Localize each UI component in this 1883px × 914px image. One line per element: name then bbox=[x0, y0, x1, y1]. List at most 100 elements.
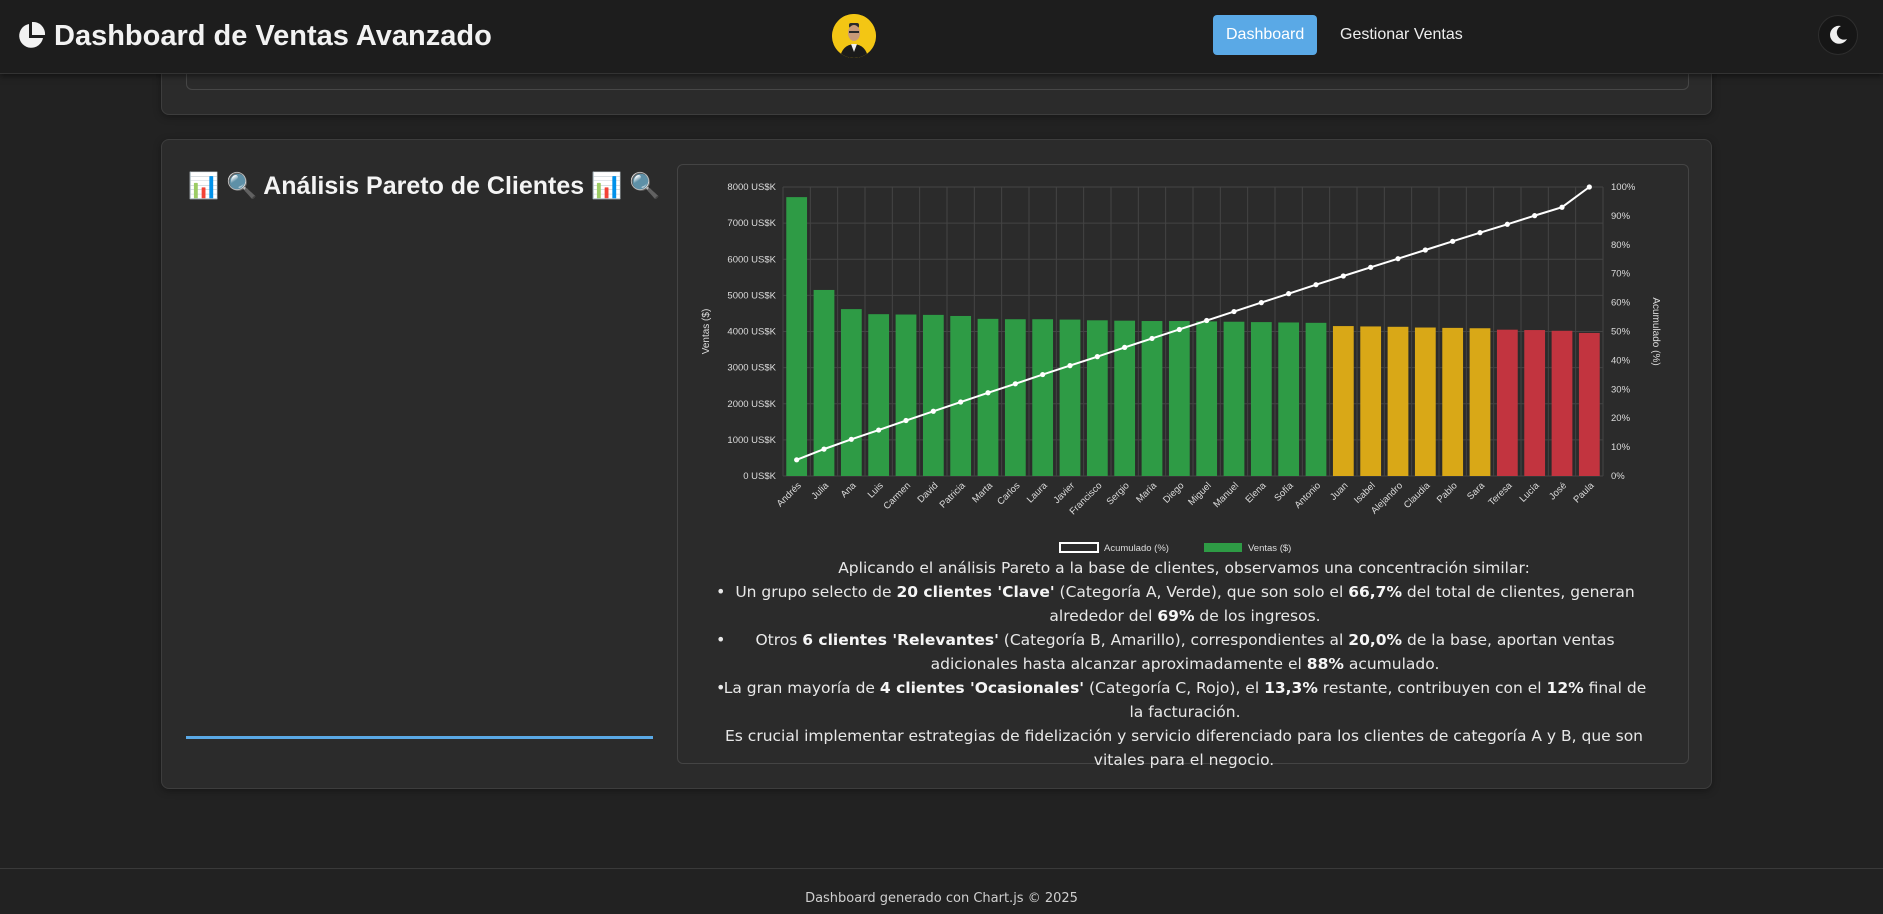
y-left-tick-label: 8000 US$K bbox=[727, 182, 776, 193]
x-tick-label: Miguel bbox=[1186, 480, 1214, 508]
x-tick-label: Patricia bbox=[938, 480, 969, 511]
legend-swatch-ventas bbox=[1204, 543, 1242, 552]
y-left-tick-label: 4000 US$K bbox=[727, 327, 776, 338]
x-tick-label: Andrés bbox=[775, 480, 804, 509]
bold-text: 88% bbox=[1306, 655, 1344, 673]
y-right-tick-label: 20% bbox=[1611, 413, 1631, 424]
y-left-tick-label: 7000 US$K bbox=[727, 218, 776, 229]
theme-toggle-button[interactable] bbox=[1818, 15, 1858, 55]
user-avatar[interactable] bbox=[832, 14, 876, 58]
cumulative-point bbox=[1395, 256, 1401, 262]
cumulative-point bbox=[1231, 308, 1237, 315]
cumulative-point bbox=[1313, 282, 1319, 288]
cumulative-point bbox=[821, 446, 827, 452]
cumulative-point bbox=[1286, 291, 1292, 297]
y-right-tick-label: 0% bbox=[1611, 471, 1625, 482]
bar-Elena bbox=[1250, 322, 1272, 476]
bar-Diego bbox=[1168, 321, 1190, 476]
analysis-intro: Aplicando el análisis Pareto a la base d… bbox=[838, 559, 1530, 577]
y-right-tick-label: 60% bbox=[1611, 298, 1631, 309]
bar-Patricia bbox=[950, 315, 972, 476]
bar-Juan bbox=[1332, 326, 1354, 476]
cumulative-point bbox=[794, 457, 800, 463]
cumulative-point bbox=[1340, 273, 1346, 279]
cumulative-point bbox=[1368, 264, 1374, 270]
cumulative-point bbox=[1422, 247, 1428, 253]
x-tick-label: Sergio bbox=[1105, 480, 1132, 507]
brand[interactable]: Dashboard de Ventas Avanzado bbox=[16, 18, 492, 54]
text: de los ingresos. bbox=[1194, 607, 1321, 625]
y-left-tick-label: 0 US$K bbox=[743, 471, 776, 482]
y-left-axis-title: Ventas ($) bbox=[701, 309, 712, 355]
cumulative-point bbox=[876, 427, 882, 433]
x-tick-label: Antonio bbox=[1293, 480, 1324, 511]
footer-text: Dashboard generado con Chart.js © 2025 bbox=[805, 891, 1078, 906]
x-tick-label: Javier bbox=[1051, 480, 1077, 506]
x-tick-label: Sara bbox=[1465, 480, 1487, 502]
bar-Sofía bbox=[1278, 322, 1300, 476]
navbar: Dashboard de Ventas Avanzado Dashboard G… bbox=[0, 0, 1883, 74]
bar-Carlos bbox=[1004, 319, 1026, 476]
cumulative-point bbox=[1450, 238, 1456, 244]
x-tick-label: Teresa bbox=[1487, 480, 1515, 508]
title-underline bbox=[186, 736, 653, 739]
bar-Laura bbox=[1032, 319, 1054, 476]
cumulative-point bbox=[930, 408, 936, 414]
cumulative-point bbox=[958, 399, 964, 405]
legend-label-acumulado: Acumulado (%) bbox=[1104, 543, 1169, 554]
cumulative-point bbox=[903, 417, 909, 424]
x-tick-label: Claudia bbox=[1402, 480, 1433, 511]
analysis-item-category-b: Otros 6 clientes 'Relevantes' (Categoría… bbox=[716, 628, 1654, 676]
x-tick-label: Carlos bbox=[995, 480, 1022, 507]
app-title: Dashboard de Ventas Avanzado bbox=[54, 19, 492, 52]
pareto-chart-container: 0 US$K 1000 US$K 2000 US$K 3000 US$K 4000 US… bbox=[677, 164, 1690, 769]
bar-Luis bbox=[868, 314, 890, 476]
bar-Antonio bbox=[1305, 322, 1327, 476]
x-tick-label: Luis bbox=[866, 480, 886, 500]
bold-text: 69% bbox=[1157, 607, 1195, 625]
bar-José bbox=[1551, 330, 1573, 476]
y-right-tick-label: 40% bbox=[1611, 355, 1631, 366]
bold-text: 13,3% bbox=[1264, 679, 1318, 697]
cumulative-point bbox=[1040, 371, 1046, 378]
text: (Categoría A, Verde), que son solo el bbox=[1054, 583, 1349, 601]
bar-Alejandro bbox=[1387, 326, 1409, 476]
pareto-title: 📊 🔍 Análisis Pareto de Clientes 📊 🔍 bbox=[188, 172, 661, 200]
cumulative-point bbox=[1586, 184, 1592, 190]
bar-David bbox=[922, 314, 944, 476]
text: (Categoría B, Amarillo), correspondiente… bbox=[998, 631, 1349, 649]
y-right-tick-label: 30% bbox=[1611, 384, 1631, 395]
pareto-analysis: Aplicando el análisis Pareto a la base d… bbox=[678, 556, 1690, 772]
cumulative-point bbox=[1559, 204, 1565, 210]
analysis-conclusion: Es crucial implementar estrategias de fi… bbox=[725, 727, 1643, 769]
bar-Carmen bbox=[895, 314, 917, 476]
text: acumulado. bbox=[1343, 655, 1440, 673]
y-left-tick-label: 2000 US$K bbox=[727, 399, 776, 410]
nav-dashboard[interactable]: Dashboard bbox=[1213, 15, 1318, 55]
cumulative-point bbox=[1477, 230, 1483, 236]
x-tick-label: Diego bbox=[1161, 480, 1186, 505]
analysis-list: Un grupo selecto de 20 clientes 'Clave' … bbox=[678, 580, 1690, 724]
text: (Categoría C, Rojo), el bbox=[1084, 679, 1265, 697]
pareto-chart[interactable]: 0 US$K 1000 US$K 2000 US$K 3000 US$K 4000 US… bbox=[678, 165, 1690, 555]
text: La gran mayoría de bbox=[723, 679, 880, 697]
cumulative-point bbox=[1094, 354, 1100, 360]
y-left-tick-label: 1000 US$K bbox=[727, 435, 776, 446]
x-tick-label: Laura bbox=[1025, 480, 1050, 505]
bar-Manuel bbox=[1223, 321, 1245, 476]
y-right-tick-label: 70% bbox=[1611, 269, 1631, 280]
x-tick-label: Isabel bbox=[1352, 480, 1378, 506]
bar-Ana bbox=[840, 309, 862, 476]
nav-gestionar-ventas[interactable]: Gestionar Ventas bbox=[1327, 15, 1476, 55]
y-right-tick-label: 100% bbox=[1611, 182, 1636, 193]
bold-text: 20 clientes 'Clave' bbox=[896, 583, 1055, 601]
y-right-axis-title: Acumulado (%) bbox=[1650, 297, 1661, 365]
cumulative-point bbox=[985, 390, 991, 396]
y-left-tick-label: 6000 US$K bbox=[727, 254, 776, 265]
analysis-item-category-c: La gran mayoría de 4 clientes 'Ocasional… bbox=[716, 676, 1654, 724]
cumulative-point bbox=[1012, 381, 1018, 387]
x-tick-label: Juan bbox=[1328, 480, 1350, 502]
x-tick-label: Marta bbox=[970, 480, 995, 505]
x-tick-label: Paula bbox=[1571, 480, 1596, 505]
pie-chart-icon bbox=[19, 21, 46, 48]
